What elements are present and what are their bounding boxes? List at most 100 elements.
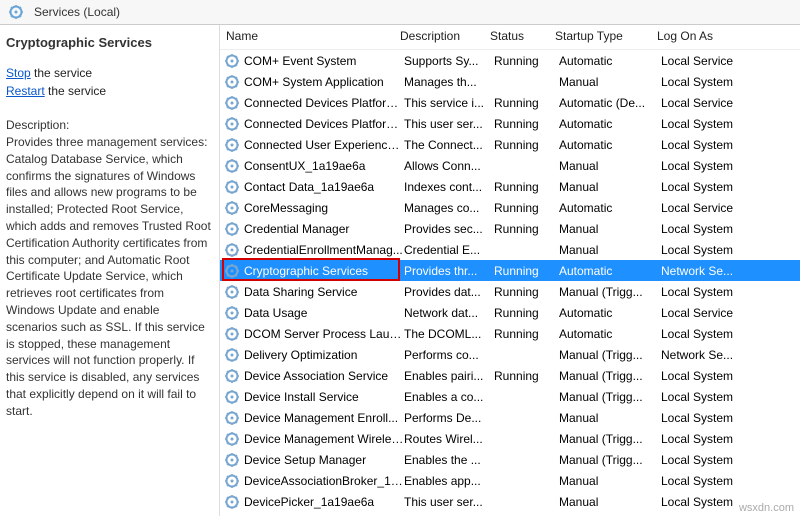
cell-startup: Automatic bbox=[559, 138, 661, 152]
service-gear-icon bbox=[224, 53, 240, 69]
table-row[interactable]: DevicePicker_1a19ae6aThis user ser... Man… bbox=[220, 491, 800, 512]
cell-logon: Local Service bbox=[661, 96, 800, 110]
table-row[interactable]: DCOM Server Process Launc...The DCOML...… bbox=[220, 323, 800, 344]
service-gear-icon bbox=[224, 452, 240, 468]
cell-description: The DCOML... bbox=[404, 327, 494, 341]
service-gear-icon bbox=[224, 200, 240, 216]
stop-link[interactable]: Stop bbox=[6, 66, 31, 80]
cell-description: Provides dat... bbox=[404, 285, 494, 299]
service-icon bbox=[8, 4, 24, 20]
cell-name: Credential Manager bbox=[244, 222, 404, 236]
cell-description: Manages th... bbox=[404, 75, 494, 89]
cell-description: This service i... bbox=[404, 96, 494, 110]
service-gear-icon bbox=[224, 242, 240, 258]
column-headers: Name Description Status Startup Type Log… bbox=[220, 25, 800, 50]
cell-startup: Manual (Trigg... bbox=[559, 432, 661, 446]
cell-status: Running bbox=[494, 264, 559, 278]
service-gear-icon bbox=[224, 263, 240, 279]
table-row[interactable]: CredentialEnrollmentManag...Credential E… bbox=[220, 239, 800, 260]
restart-link[interactable]: Restart bbox=[6, 84, 45, 98]
table-row[interactable]: ConsentUX_1a19ae6aAllows Conn...ManualLo… bbox=[220, 155, 800, 176]
window-title: Services (Local) bbox=[34, 5, 120, 19]
cell-name: COM+ Event System bbox=[244, 54, 404, 68]
cell-startup: Automatic bbox=[559, 54, 661, 68]
cell-status: Running bbox=[494, 306, 559, 320]
table-row[interactable]: Contact Data_1a19ae6aIndexes cont...Runn… bbox=[220, 176, 800, 197]
table-row[interactable]: DeviceAssociationBroker_1a...Enables app… bbox=[220, 470, 800, 491]
cell-name: Data Usage bbox=[244, 306, 404, 320]
cell-description: This user ser... bbox=[404, 495, 494, 509]
cell-name: DCOM Server Process Launc... bbox=[244, 327, 404, 341]
cell-startup: Automatic bbox=[559, 306, 661, 320]
col-status[interactable]: Status bbox=[490, 29, 555, 43]
service-gear-icon bbox=[224, 494, 240, 510]
table-row[interactable]: Cryptographic ServicesProvides thr...Run… bbox=[220, 260, 800, 281]
table-row[interactable]: Connected Devices Platform ...This servi… bbox=[220, 92, 800, 113]
table-row[interactable]: Device Management Enroll...Performs De..… bbox=[220, 407, 800, 428]
cell-logon: Network Se... bbox=[661, 348, 800, 362]
service-gear-icon bbox=[224, 74, 240, 90]
cell-startup: Automatic bbox=[559, 201, 661, 215]
cell-logon: Local System bbox=[661, 117, 800, 131]
cell-name: Device Association Service bbox=[244, 369, 404, 383]
cell-name: Device Management Wireles... bbox=[244, 432, 404, 446]
cell-startup: Manual bbox=[559, 243, 661, 257]
service-gear-icon bbox=[224, 158, 240, 174]
cell-description: Allows Conn... bbox=[404, 159, 494, 173]
cell-name: CredentialEnrollmentManag... bbox=[244, 243, 404, 257]
service-gear-icon bbox=[224, 389, 240, 405]
cell-logon: Local System bbox=[661, 180, 800, 194]
cell-name: ConsentUX_1a19ae6a bbox=[244, 159, 404, 173]
cell-logon: Local System bbox=[661, 390, 800, 404]
col-startup[interactable]: Startup Type bbox=[555, 29, 657, 43]
table-row[interactable]: Connected User Experiences ...The Connec… bbox=[220, 134, 800, 155]
cell-startup: Manual bbox=[559, 474, 661, 488]
cell-name: Contact Data_1a19ae6a bbox=[244, 180, 404, 194]
cell-status: Running bbox=[494, 54, 559, 68]
cell-startup: Automatic bbox=[559, 264, 661, 278]
cell-startup: Automatic bbox=[559, 327, 661, 341]
cell-description: Routes Wirel... bbox=[404, 432, 494, 446]
cell-description: Credential E... bbox=[404, 243, 494, 257]
service-gear-icon bbox=[224, 410, 240, 426]
col-name[interactable]: Name bbox=[220, 29, 400, 43]
cell-startup: Automatic bbox=[559, 117, 661, 131]
table-row[interactable]: Credential ManagerProvides sec...Running… bbox=[220, 218, 800, 239]
service-gear-icon bbox=[224, 221, 240, 237]
table-row[interactable]: COM+ System ApplicationManages th...Manu… bbox=[220, 71, 800, 92]
cell-name: CoreMessaging bbox=[244, 201, 404, 215]
cell-description: This user ser... bbox=[404, 117, 494, 131]
table-row[interactable]: CoreMessagingManages co...RunningAutomat… bbox=[220, 197, 800, 218]
cell-logon: Local System bbox=[661, 432, 800, 446]
table-row[interactable]: Device Management Wireles...Routes Wirel… bbox=[220, 428, 800, 449]
service-gear-icon bbox=[224, 431, 240, 447]
cell-description: Performs co... bbox=[404, 348, 494, 362]
col-logon[interactable]: Log On As bbox=[657, 29, 800, 43]
stop-suffix: the service bbox=[31, 66, 92, 80]
table-row[interactable]: COM+ Event SystemSupports Sy...RunningAu… bbox=[220, 50, 800, 71]
cell-name: Data Sharing Service bbox=[244, 285, 404, 299]
table-row[interactable]: Delivery OptimizationPerforms co...Manua… bbox=[220, 344, 800, 365]
service-gear-icon bbox=[224, 326, 240, 342]
cell-name: DevicePicker_1a19ae6a bbox=[244, 495, 404, 509]
service-gear-icon bbox=[224, 284, 240, 300]
table-row[interactable]: Connected Devices Platform ...This user … bbox=[220, 113, 800, 134]
table-row[interactable]: DevicesFlow_1a19ae6aAllows Conn...Manual… bbox=[220, 512, 800, 516]
table-row[interactable]: Device Association ServiceEnables pairi.… bbox=[220, 365, 800, 386]
body: Cryptographic Services Stop the service … bbox=[0, 25, 800, 516]
cell-startup: Manual bbox=[559, 180, 661, 194]
table-row[interactable]: Device Setup ManagerEnables the ...Manua… bbox=[220, 449, 800, 470]
cell-logon: Local System bbox=[661, 453, 800, 467]
col-description[interactable]: Description bbox=[400, 29, 490, 43]
table-row[interactable]: Device Install ServiceEnables a co...Man… bbox=[220, 386, 800, 407]
cell-name: Cryptographic Services bbox=[244, 264, 404, 278]
description-label: Description: bbox=[6, 118, 211, 132]
cell-description: Enables pairi... bbox=[404, 369, 494, 383]
cell-startup: Manual (Trigg... bbox=[559, 390, 661, 404]
services-window: Services (Local) Cryptographic Services … bbox=[0, 0, 800, 516]
table-row[interactable]: Data Sharing ServiceProvides dat...Runni… bbox=[220, 281, 800, 302]
service-gear-icon bbox=[224, 95, 240, 111]
cell-startup: Manual bbox=[559, 495, 661, 509]
table-row[interactable]: Data UsageNetwork dat...RunningAutomatic… bbox=[220, 302, 800, 323]
cell-description: Network dat... bbox=[404, 306, 494, 320]
